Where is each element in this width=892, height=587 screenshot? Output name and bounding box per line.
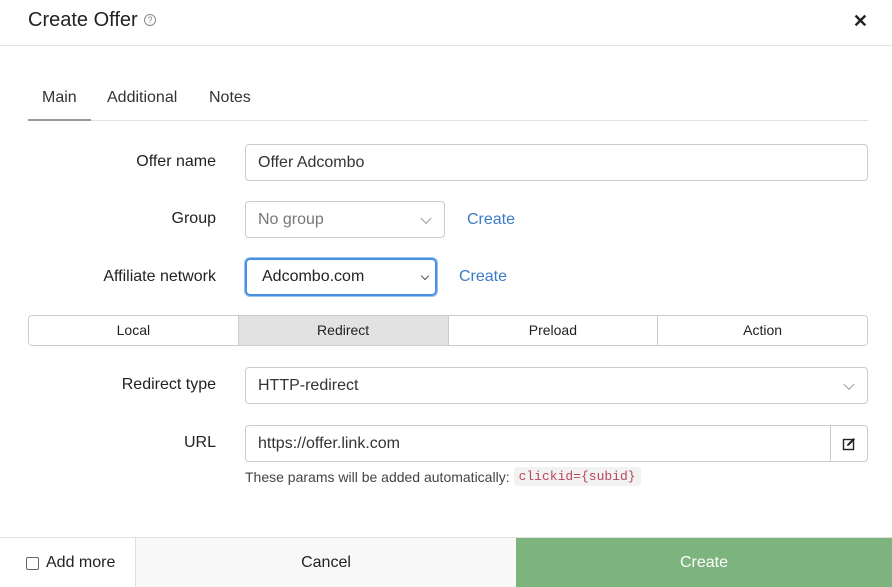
tab-additional[interactable]: Additional <box>107 89 177 107</box>
chevron-down-icon <box>843 378 855 390</box>
close-icon[interactable]: ✕ <box>853 11 868 32</box>
offer-name-input[interactable]: Offer Adcombo <box>245 144 868 181</box>
params-hint: These params will be added automatically… <box>245 467 641 486</box>
modal-title: Create Offer <box>28 9 138 31</box>
redirect-type-value: HTTP-redirect <box>258 376 359 394</box>
tab-notes[interactable]: Notes <box>209 89 251 107</box>
create-affiliate-network-link[interactable]: Create <box>459 268 507 286</box>
url-input[interactable]: https://offer.link.com <box>245 425 868 462</box>
add-more-label: Add more <box>46 554 116 571</box>
mode-local[interactable]: Local <box>29 316 239 345</box>
chevron-down-icon <box>420 271 430 281</box>
mode-redirect[interactable]: Redirect <box>238 316 449 345</box>
mode-preload[interactable]: Preload <box>448 316 659 345</box>
redirect-type-label: Redirect type <box>121 376 216 393</box>
tab-main[interactable]: Main <box>28 89 91 121</box>
cancel-button[interactable]: Cancel <box>136 538 516 587</box>
mode-action[interactable]: Action <box>658 316 867 345</box>
create-button[interactable]: Create <box>516 538 892 587</box>
add-more-toggle[interactable]: Add more <box>0 538 136 587</box>
edit-icon <box>842 437 855 450</box>
affiliate-network-select[interactable]: Adcombo.com <box>245 258 437 296</box>
edit-url-button[interactable] <box>830 426 867 461</box>
url-value: https://offer.link.com <box>258 434 400 452</box>
tab-bar: Main Additional Notes <box>28 80 868 121</box>
modal-header: Create Offer ? ✕ <box>0 0 892 46</box>
add-more-checkbox[interactable] <box>26 556 39 570</box>
group-select[interactable]: No group <box>245 201 445 238</box>
offer-type-switch: Local Redirect Preload Action <box>28 315 868 346</box>
group-label: Group <box>171 210 216 227</box>
affiliate-network-label: Affiliate network <box>103 268 216 285</box>
chevron-down-icon <box>420 212 432 224</box>
params-hint-text: These params will be added automatically… <box>245 468 510 485</box>
group-value: No group <box>258 210 324 228</box>
create-group-link[interactable]: Create <box>467 211 515 229</box>
offer-name-label: Offer name <box>136 153 216 170</box>
params-code: clickid={subid} <box>513 467 641 486</box>
affiliate-network-value: Adcombo.com <box>262 268 365 285</box>
redirect-type-select[interactable]: HTTP-redirect <box>245 367 868 404</box>
url-label: URL <box>183 434 216 451</box>
question-circle-icon[interactable]: ? <box>144 14 156 26</box>
modal-footer: Add more Cancel Create <box>0 537 892 587</box>
offer-name-value: Offer Adcombo <box>258 153 365 171</box>
